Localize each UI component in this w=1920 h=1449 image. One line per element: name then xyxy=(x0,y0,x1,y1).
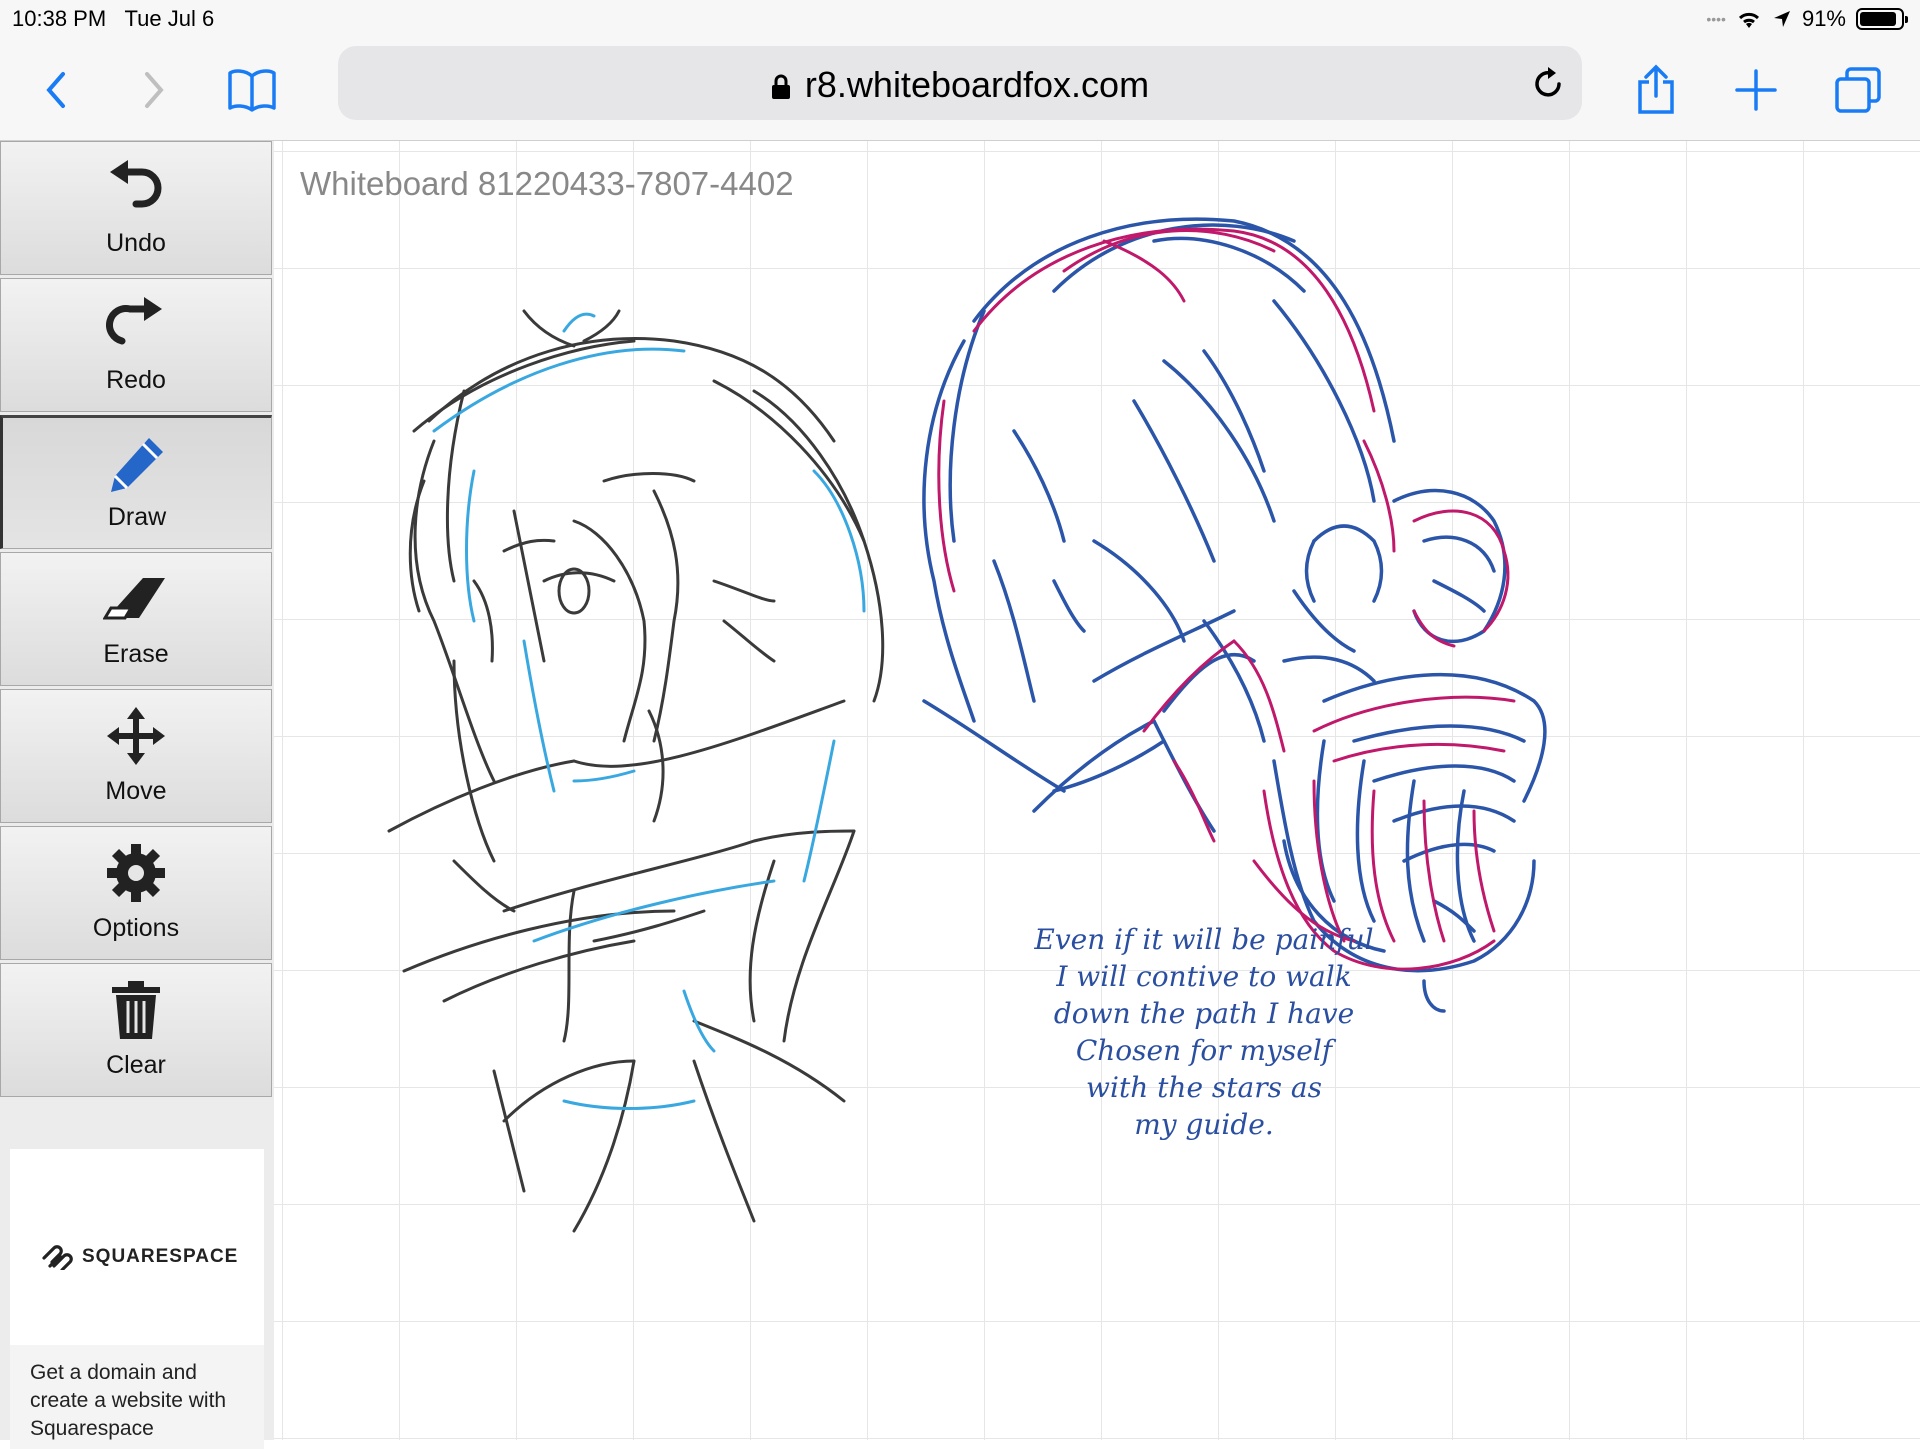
chevron-left-icon xyxy=(46,72,65,108)
erase-label: Erase xyxy=(103,640,169,668)
squarespace-ad[interactable]: SQUARESPACE Get a domain and create a we… xyxy=(10,1149,264,1449)
redo-button[interactable]: Redo xyxy=(0,278,272,412)
options-label: Options xyxy=(92,914,180,942)
squarespace-logo: SQUARESPACE xyxy=(40,1244,238,1270)
note-line: with the stars as xyxy=(1086,1071,1322,1104)
signal-dots-icon: •••• xyxy=(1706,11,1726,27)
note-line: my guide. xyxy=(1134,1108,1274,1141)
browser-toolbar: r8.whiteboardfox.com xyxy=(0,40,1920,141)
book-icon xyxy=(228,69,276,112)
plus-icon xyxy=(1735,69,1777,111)
undo-icon xyxy=(110,160,162,208)
trash-icon xyxy=(112,981,160,1039)
move-button[interactable]: Move xyxy=(0,689,272,823)
lock-icon xyxy=(771,75,790,100)
right-figure-color xyxy=(937,227,1516,971)
eraser-icon xyxy=(103,578,165,620)
new-tab-button[interactable] xyxy=(1726,60,1786,120)
pencil-icon xyxy=(111,438,163,492)
move-label: Move xyxy=(105,777,167,805)
tabs-button[interactable] xyxy=(1828,60,1888,120)
move-icon xyxy=(107,707,165,765)
address-bar[interactable]: r8.whiteboardfox.com xyxy=(338,46,1582,120)
bookmarks-button[interactable] xyxy=(222,60,282,120)
clear-button[interactable]: Clear xyxy=(0,963,272,1097)
erase-button[interactable]: Erase xyxy=(0,552,272,686)
note-line: Chosen for myself xyxy=(1075,1034,1333,1067)
battery-icon xyxy=(1856,8,1908,30)
status-bar: 10:38 PM Tue Jul 6 •••• 91% xyxy=(0,0,1920,40)
share-button[interactable] xyxy=(1626,60,1686,120)
note-line: Even if it will be painful xyxy=(1034,923,1374,956)
squarespace-logo-icon xyxy=(42,1245,73,1270)
undo-button[interactable]: Undo xyxy=(0,141,272,275)
share-icon xyxy=(1638,64,1674,114)
note-line: down the path I have xyxy=(1053,997,1355,1030)
redo-label: Redo xyxy=(106,366,166,394)
ad-text: Get a domain and create a website with S… xyxy=(30,1361,227,1440)
whiteboard-canvas[interactable]: Whiteboard 81220433-7807-4402 Even if it… xyxy=(274,141,1920,1440)
note-line: I will contive to walk xyxy=(1056,960,1352,993)
tool-sidebar: Undo Redo Draw Erase Move Options Clear … xyxy=(0,141,274,1449)
undo-label: Undo xyxy=(106,229,166,257)
handwritten-note: Even if it will be painful I will contiv… xyxy=(1024,921,1384,1143)
wifi-icon xyxy=(1738,12,1759,28)
options-button[interactable]: Options xyxy=(0,826,272,960)
location-arrow-icon xyxy=(1773,11,1790,27)
redo-icon xyxy=(106,297,162,345)
draw-label: Draw xyxy=(107,503,167,531)
left-figure-sketch xyxy=(387,309,885,1233)
status-time: 10:38 PM Tue Jul 6 xyxy=(12,6,215,31)
forward-button[interactable] xyxy=(124,60,184,120)
sketch-drawing xyxy=(387,217,1547,1233)
status-indicators: •••• 91% xyxy=(1706,6,1908,32)
url-text: r8.whiteboardfox.com xyxy=(804,64,1150,105)
gear-icon xyxy=(107,844,165,902)
draw-button[interactable]: Draw xyxy=(0,415,272,549)
right-figure-sketch xyxy=(922,217,1547,1013)
chevron-right-icon xyxy=(145,72,164,108)
back-button[interactable] xyxy=(26,60,86,120)
clear-label: Clear xyxy=(106,1051,166,1079)
tabs-icon xyxy=(1835,67,1881,113)
reload-icon[interactable] xyxy=(1530,64,1566,102)
battery-percent: 91% xyxy=(1801,6,1846,31)
